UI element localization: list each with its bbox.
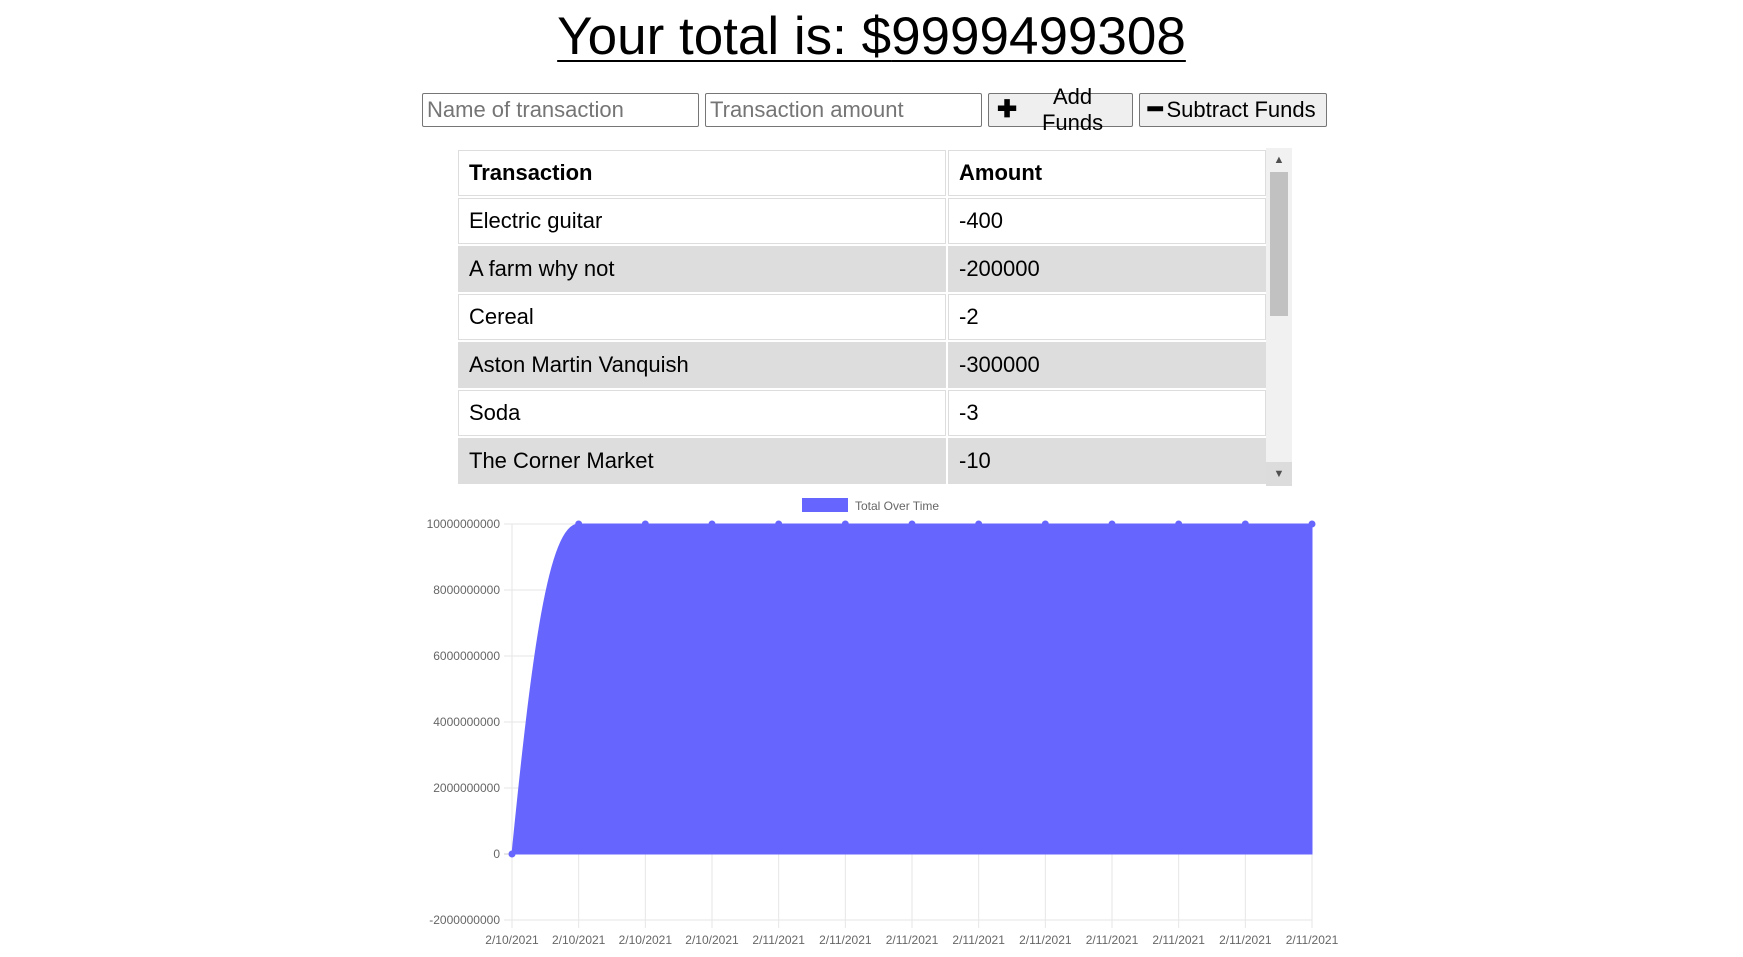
x-tick-label: 2/10/2021 [552,933,606,947]
transaction-name-cell: The Corner Market [458,438,946,484]
scroll-down-arrow-icon[interactable]: ▼ [1266,462,1292,486]
x-tick-label: 2/10/2021 [485,933,539,947]
column-header-transaction: Transaction [458,150,946,196]
total-value: 9999499308 [891,7,1186,66]
transaction-name-cell: Electric guitar [458,198,946,244]
chart-svg: 10000000000 8000000000 6000000000 400000000… [427,498,1339,947]
transaction-amount-cell: -2 [948,294,1266,340]
x-tick-label: 2/11/2021 [1219,933,1272,947]
table-row: Soda -3 [458,390,1266,436]
legend-label: Total Over Time [855,499,939,513]
x-tick-label: 2/11/2021 [752,933,805,947]
total-over-time-chart: 10000000000 8000000000 6000000000 400000000… [400,490,1360,957]
budget-page: Your total is: $9999499308 ✚ Add Funds ━… [0,0,1743,957]
table-row: Electric guitar -400 [458,198,1266,244]
x-tick-label: 2/10/2021 [685,933,739,947]
x-tick-label: 2/10/2021 [619,933,673,947]
data-point [908,520,916,528]
data-point [975,520,983,528]
transaction-amount-cell: -300000 [948,342,1266,388]
x-tick-label: 2/11/2021 [1286,933,1339,947]
data-point [708,520,716,528]
legend-swatch [802,498,848,512]
subtract-funds-button[interactable]: ━ Subtract Funds [1139,93,1327,127]
data-point [1108,520,1116,528]
transaction-amount-input[interactable] [705,93,982,127]
data-point [1241,520,1249,528]
data-point [775,520,783,528]
y-tick-label: 6000000000 [433,649,500,663]
x-tick-label: 2/11/2021 [952,933,1005,947]
transaction-name-cell: Soda [458,390,946,436]
x-tick-label: 2/11/2021 [886,933,939,947]
table-header-row: Transaction Amount [458,150,1266,196]
transactions-table-container[interactable]: Transaction Amount Electric guitar -400 … [456,148,1292,486]
y-tick-label: -2000000000 [429,913,500,927]
transactions-table: Transaction Amount Electric guitar -400 … [456,148,1268,486]
y-tick-label: 4000000000 [433,715,500,729]
table-row: The Corner Market -10 [458,438,1266,484]
y-tick-label: 10000000000 [427,517,501,531]
table-row: A farm why not -200000 [458,246,1266,292]
add-funds-button[interactable]: ✚ Add Funds [988,84,1133,135]
transaction-name-cell: A farm why not [458,246,946,292]
x-tick-label: 2/11/2021 [1086,933,1139,947]
scrollbar-thumb[interactable] [1270,172,1288,316]
table-row: Cereal -2 [458,294,1266,340]
data-point [575,520,583,528]
data-point [641,520,649,528]
transaction-amount-cell: -400 [948,198,1266,244]
transaction-name-cell: Cereal [458,294,946,340]
total-heading: Your total is: $9999499308 [0,6,1743,68]
data-point [1175,520,1183,528]
data-point [508,850,516,858]
x-tick-label: 2/11/2021 [1152,933,1205,947]
table-row: Aston Martin Vanquish -300000 [458,342,1266,388]
x-tick-label: 2/11/2021 [1019,933,1072,947]
scroll-up-arrow-icon[interactable]: ▲ [1266,148,1292,172]
data-point [841,520,849,528]
plus-icon: ✚ [997,96,1018,123]
subtract-funds-label: Subtract Funds [1166,97,1316,122]
column-header-amount: Amount [948,150,1266,196]
area-series [511,523,1313,855]
y-tick-label: 0 [493,847,500,861]
transaction-amount-cell: -3 [948,390,1266,436]
x-tick-label: 2/11/2021 [819,933,872,947]
transaction-form: ✚ Add Funds ━ Subtract Funds [422,84,1327,135]
total-prefix: Your total is: $ [557,7,892,66]
minus-icon: ━ [1148,96,1163,123]
transaction-name-input[interactable] [422,93,699,127]
transaction-name-cell: Aston Martin Vanquish [458,342,946,388]
y-tick-label: 2000000000 [433,781,500,795]
transaction-amount-cell: -200000 [948,246,1266,292]
table-scrollbar[interactable]: ▲ ▼ [1266,148,1292,486]
y-tick-label: 8000000000 [433,583,500,597]
data-point [1308,520,1316,528]
data-point [1041,520,1049,528]
transaction-amount-cell: -10 [948,438,1266,484]
add-funds-label: Add Funds [1041,84,1104,135]
